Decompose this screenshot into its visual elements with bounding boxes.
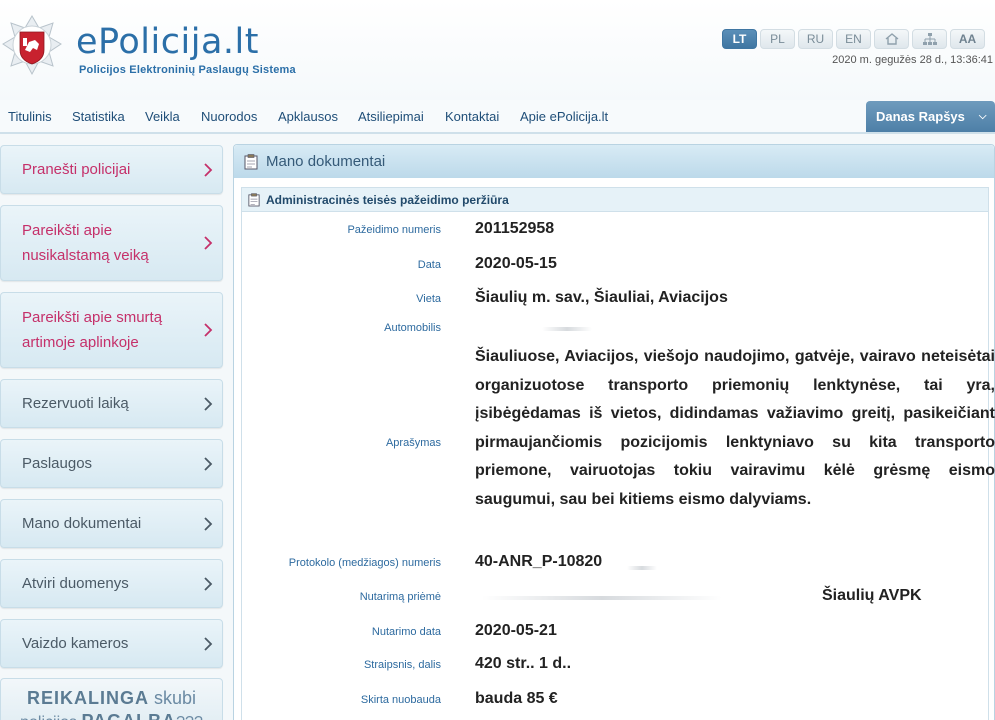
decision-maker-label: Nutarimą priėmė <box>359 591 441 603</box>
protocol-number-value: 40-ANR_P-10820 <box>475 553 603 570</box>
lang-ru-button[interactable]: RU <box>798 29 833 49</box>
site-title[interactable]: ePolicija.lt <box>76 22 259 62</box>
decision-maker-value: Šiaulių AVPK <box>822 587 922 604</box>
panel-title: Mano dokumentai <box>266 153 386 170</box>
sidebar-item-label: Pareikšti apie <box>22 222 113 239</box>
sidebar-item-label: Paslaugos <box>22 455 93 472</box>
chevron-right-icon <box>204 576 213 591</box>
sidebar-item-label-line2: nusikalstamą veiką <box>22 247 149 264</box>
help-text-tail: ??? <box>176 714 203 720</box>
sidebar-item-paslaugos[interactable]: Paslaugos <box>0 439 223 488</box>
sidebar-item-label: Pranešti policijai <box>22 161 131 178</box>
description-label: Aprašymas <box>385 437 441 449</box>
description-value: Šiauliuose, Aviacijos, viešojo naudojimo… <box>475 348 995 508</box>
section-title: Administracinės teisės pažeidimo peržiūr… <box>266 192 509 207</box>
documents-panel: Mano dokumentai Administracinės teisės p… <box>233 144 995 720</box>
decision-date-value: 2020-05-21 <box>475 622 557 639</box>
lang-pl-button[interactable]: PL <box>760 29 795 49</box>
sidebar-item-mano-dokumentai[interactable]: Mano dokumentai <box>0 499 223 548</box>
date-value: 2020-05-15 <box>475 255 557 272</box>
section-header: Administracinės teisės pažeidimo peržiūr… <box>242 188 988 212</box>
redacted-vehicle <box>542 327 592 331</box>
sidebar-item-rezervuoti[interactable]: Rezervuoti laiką <box>0 379 223 428</box>
article-label: Straipsnis, dalis <box>363 659 441 671</box>
protocol-number-label: Protokolo (medžiagos) numeris <box>288 557 441 569</box>
site-subtitle: Policijos Elektroninių Paslaugų Sistema <box>79 64 296 76</box>
nav-item-titulinis[interactable]: Titulinis <box>8 109 52 124</box>
sidebar-item-pareiksti-veika[interactable]: Pareikšti apie nusikalstamą veiką <box>0 205 223 281</box>
current-datetime: 2020 m. gegužės 28 d., 13:36:41 <box>832 54 993 66</box>
font-size-label: AA <box>958 32 977 46</box>
violation-number-value: 201152958 <box>475 220 555 237</box>
chevron-right-icon <box>204 236 213 250</box>
sidebar-item-label: Vaizdo kameros <box>22 635 129 652</box>
sidebar-item-label: Mano dokumentai <box>22 515 142 532</box>
font-size-button[interactable]: AA <box>950 29 985 49</box>
panel-header: Mano dokumentai <box>234 145 994 178</box>
nav-item-apie[interactable]: Apie ePolicija.lt <box>520 109 608 124</box>
lang-en-button[interactable]: EN <box>836 29 871 49</box>
sidebar-item-atviri-duomenys[interactable]: Atviri duomenys <box>0 559 223 608</box>
chevron-down-icon: ⌵ <box>978 111 987 122</box>
home-button[interactable] <box>874 29 909 49</box>
sitemap-button[interactable] <box>912 29 947 49</box>
sidebar-item-label: Pareikšti apie smurtą <box>22 309 163 326</box>
nav-item-apklausos[interactable]: Apklausos <box>278 109 338 124</box>
chevron-right-icon <box>204 456 213 471</box>
redacted-officer-name <box>482 596 722 600</box>
chevron-right-icon <box>204 323 213 337</box>
clipboard-icon <box>248 192 260 206</box>
emergency-help-banner[interactable]: REIKALINGA skubi policijos PAGALBA??? <box>0 678 223 720</box>
redacted-protocol-suffix <box>627 566 657 570</box>
help-text-line2: policijos <box>20 714 81 720</box>
nav-item-kontaktai[interactable]: Kontaktai <box>445 109 499 124</box>
nav-item-nuorodos[interactable]: Nuorodos <box>201 109 257 124</box>
home-icon <box>885 33 898 45</box>
language-bar: LT PL RU EN AA <box>722 29 985 49</box>
sidebar-item-vaizdo-kameros[interactable]: Vaizdo kameros <box>0 619 223 668</box>
user-name: Danas Rapšys <box>876 109 965 124</box>
violation-details: Administracinės teisės pažeidimo peržiūr… <box>241 187 995 720</box>
place-value: Šiaulių m. sav., Šiauliai, Aviacijos <box>475 289 728 306</box>
sidebar-item-label-line2: artimoje aplinkoje <box>22 334 139 351</box>
clipboard-icon <box>244 153 258 169</box>
chevron-right-icon <box>204 516 213 531</box>
main-nav: Titulinis Statistika Veikla Nuorodos Apk… <box>0 100 995 134</box>
help-text-bold-line2: PAGALBA <box>81 711 176 720</box>
decision-date-label: Nutarimo data <box>371 626 441 638</box>
date-label: Data <box>417 259 441 271</box>
lang-lt-button[interactable]: LT <box>722 29 757 49</box>
penalty-value: bauda 85 € <box>475 690 558 707</box>
chevron-right-icon <box>204 162 213 177</box>
vehicle-label: Automobilis <box>384 322 441 334</box>
nav-item-veikla[interactable]: Veikla <box>145 109 180 124</box>
help-text: skubi <box>148 688 197 708</box>
sitemap-icon <box>922 33 937 45</box>
sidebar-item-label: Atviri duomenys <box>22 575 129 592</box>
sidebar-item-pranesti[interactable]: Pranešti policijai <box>0 145 223 194</box>
police-star-emblem-icon[interactable] <box>2 14 62 80</box>
site-header: ePolicija.lt Policijos Elektroninių Pasl… <box>0 0 995 100</box>
chevron-right-icon <box>204 636 213 651</box>
chevron-right-icon <box>204 396 213 411</box>
penalty-label: Skirta nuobauda <box>360 694 441 706</box>
help-text-bold: REIKALINGA <box>26 688 149 708</box>
article-value: 420 str.. 1 d.. <box>475 655 572 672</box>
user-menu-button[interactable]: Danas Rapšys ⌵ <box>866 101 995 132</box>
place-label: Vieta <box>416 293 441 305</box>
violation-number-label: Pažeidimo numeris <box>347 224 441 236</box>
sidebar-item-label: Rezervuoti laiką <box>22 395 129 412</box>
sidebar-item-pareiksti-smurta[interactable]: Pareikšti apie smurtą artimoje aplinkoje <box>0 292 223 368</box>
nav-item-statistika[interactable]: Statistika <box>72 109 125 124</box>
nav-item-atsiliepimai[interactable]: Atsiliepimai <box>358 109 424 124</box>
